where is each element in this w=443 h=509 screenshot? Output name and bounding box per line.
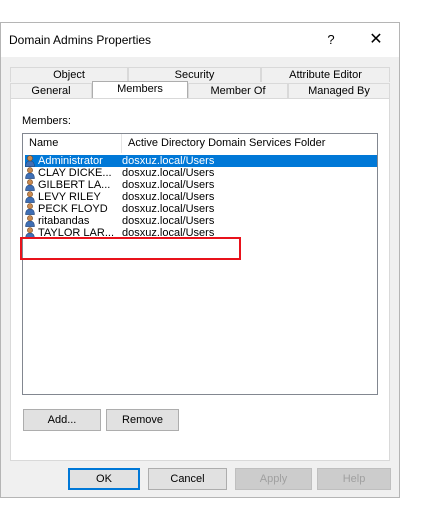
tab-row-bottom: General Members Member Of Managed By bbox=[10, 81, 390, 98]
properties-dialog: Domain Admins Properties ? ✕ Object Secu… bbox=[0, 22, 400, 498]
list-header: Name Active Directory Domain Services Fo… bbox=[23, 134, 377, 153]
member-folder: dosxuz.local/Users bbox=[122, 203, 215, 215]
user-icon bbox=[25, 155, 35, 167]
member-name-cell: LEVY RILEY bbox=[25, 191, 122, 203]
column-header-folder[interactable]: Active Directory Domain Services Folder bbox=[122, 134, 377, 153]
member-name-cell: CLAY DICKE... bbox=[25, 167, 122, 179]
table-row[interactable]: PECK FLOYD dosxuz.local/Users bbox=[25, 203, 377, 215]
tab-members[interactable]: Members bbox=[92, 81, 188, 98]
ok-button[interactable]: OK bbox=[68, 468, 140, 490]
tab-security[interactable]: Security bbox=[128, 67, 261, 82]
tab-general[interactable]: General bbox=[10, 83, 92, 98]
user-icon bbox=[25, 179, 35, 191]
user-icon bbox=[25, 215, 35, 227]
table-row[interactable]: LEVY RILEY dosxuz.local/Users bbox=[25, 191, 377, 203]
table-row[interactable]: TAYLOR LAR... dosxuz.local/Users bbox=[25, 227, 377, 239]
column-header-name[interactable]: Name bbox=[23, 134, 122, 153]
member-folder: dosxuz.local/Users bbox=[122, 155, 215, 167]
apply-button[interactable]: Apply bbox=[235, 468, 312, 490]
member-name: PECK FLOYD bbox=[38, 203, 108, 215]
table-row[interactable]: GILBERT LA... dosxuz.local/Users bbox=[25, 179, 377, 191]
member-name: CLAY DICKE... bbox=[38, 167, 112, 179]
member-name: TAYLOR LAR... bbox=[38, 227, 115, 239]
tab-row-top: Object Security Attribute Editor bbox=[10, 67, 390, 82]
members-tab-panel: Members: Name Active Directory Domain Se… bbox=[10, 98, 390, 461]
dialog-title: Domain Admins Properties bbox=[9, 33, 152, 47]
member-name-cell: Administrator bbox=[25, 155, 122, 167]
member-folder: dosxuz.local/Users bbox=[122, 179, 215, 191]
close-icon[interactable]: ✕ bbox=[366, 30, 386, 50]
user-icon bbox=[25, 227, 35, 239]
member-folder: dosxuz.local/Users bbox=[122, 227, 215, 239]
cancel-button[interactable]: Cancel bbox=[148, 468, 227, 490]
member-folder: dosxuz.local/Users bbox=[122, 215, 215, 227]
member-name: ritabandas bbox=[38, 215, 90, 227]
title-bar: Domain Admins Properties ? ✕ bbox=[1, 23, 399, 57]
member-name-cell: ritabandas bbox=[25, 215, 122, 227]
member-folder: dosxuz.local/Users bbox=[122, 167, 215, 179]
table-row[interactable]: Administrator dosxuz.local/Users bbox=[25, 155, 377, 167]
member-name: GILBERT LA... bbox=[38, 179, 111, 191]
add-button[interactable]: Add... bbox=[23, 409, 101, 431]
member-folder: dosxuz.local/Users bbox=[122, 191, 215, 203]
tab-attribute-editor[interactable]: Attribute Editor bbox=[261, 67, 390, 82]
members-label: Members: bbox=[22, 115, 71, 127]
help-icon[interactable]: ? bbox=[321, 30, 341, 50]
remove-button[interactable]: Remove bbox=[106, 409, 179, 431]
help-button[interactable]: Help bbox=[317, 468, 391, 490]
table-row[interactable]: ritabandas dosxuz.local/Users bbox=[25, 215, 377, 227]
member-name-cell: TAYLOR LAR... bbox=[25, 227, 122, 239]
member-name-cell: PECK FLOYD bbox=[25, 203, 122, 215]
tab-object[interactable]: Object bbox=[10, 67, 128, 82]
tab-managed-by[interactable]: Managed By bbox=[288, 83, 390, 98]
user-icon bbox=[25, 191, 35, 203]
member-name: LEVY RILEY bbox=[38, 191, 101, 203]
user-icon bbox=[25, 203, 35, 215]
member-name: Administrator bbox=[38, 155, 103, 167]
members-list[interactable]: Name Active Directory Domain Services Fo… bbox=[22, 133, 378, 395]
table-row[interactable]: CLAY DICKE... dosxuz.local/Users bbox=[25, 167, 377, 179]
user-icon bbox=[25, 167, 35, 179]
tab-member-of[interactable]: Member Of bbox=[188, 83, 288, 98]
member-name-cell: GILBERT LA... bbox=[25, 179, 122, 191]
